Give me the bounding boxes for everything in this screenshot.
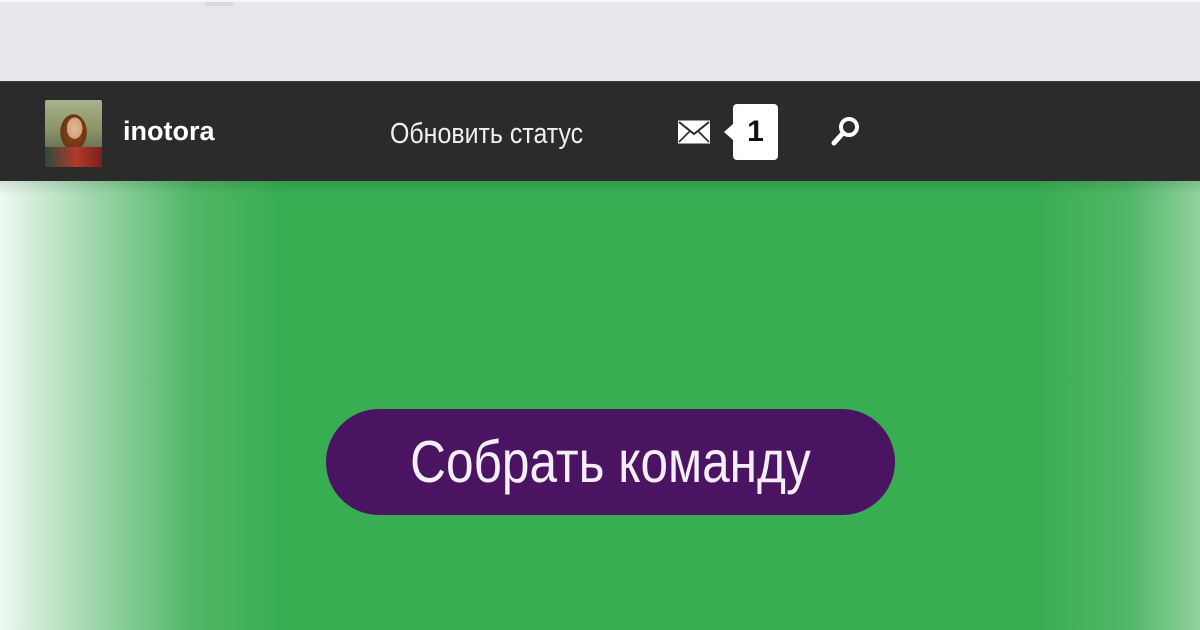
avatar-robe — [45, 147, 102, 167]
envelope-icon[interactable] — [677, 118, 711, 146]
hero-top-shadow — [0, 181, 1200, 195]
browser-top-strip — [0, 0, 1200, 81]
gather-team-button-label: Собрать команду — [410, 429, 811, 495]
gather-team-button[interactable]: Собрать команду — [326, 409, 895, 515]
user-avatar[interactable] — [45, 100, 102, 167]
update-status-link[interactable]: Обновить статус — [390, 116, 583, 152]
search-icon[interactable] — [829, 114, 863, 150]
page: inotora Обновить статус 1 Собрать команд… — [0, 0, 1200, 630]
hero-banner — [0, 181, 1200, 630]
tab-edge — [205, 2, 233, 6]
username[interactable]: inotora — [123, 116, 215, 146]
messages-count-badge[interactable]: 1 — [724, 104, 778, 160]
